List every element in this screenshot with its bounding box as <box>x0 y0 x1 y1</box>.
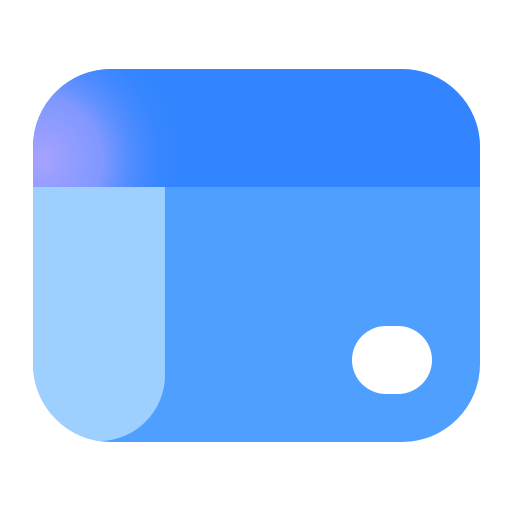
sidebar-panel <box>33 187 165 441</box>
status-dot-icon <box>352 326 432 394</box>
header-glow <box>33 69 233 187</box>
app-icon-canvas <box>0 0 512 512</box>
window-panel-app-icon <box>33 69 480 442</box>
